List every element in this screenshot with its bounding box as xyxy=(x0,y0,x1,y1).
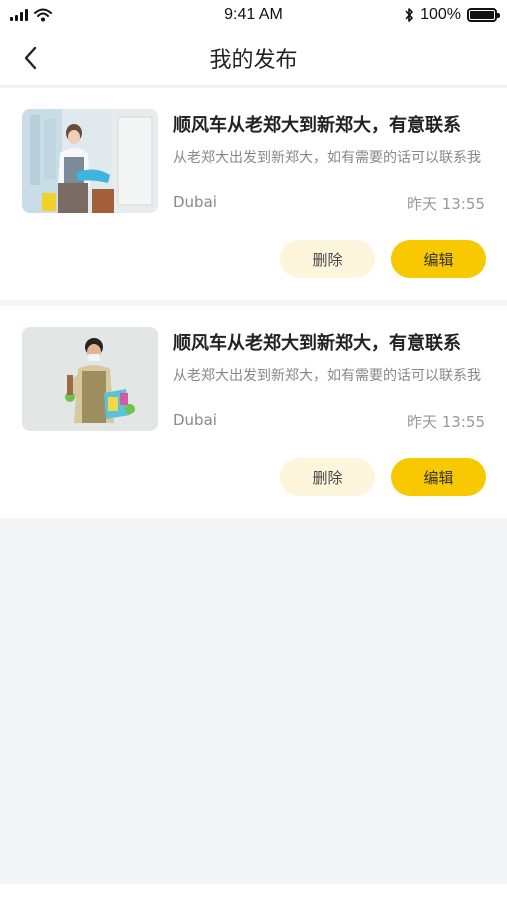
page-title: 我的发布 xyxy=(209,47,298,73)
post-thumbnail xyxy=(22,327,158,431)
status-bar: 9:41 AM 100% xyxy=(0,0,507,30)
delete-button[interactable]: 删除 xyxy=(280,240,375,278)
battery-icon xyxy=(467,8,500,22)
delete-button[interactable]: 删除 xyxy=(280,458,375,496)
post-thumbnail xyxy=(22,109,158,213)
nav-bar: 我的发布 xyxy=(0,30,507,86)
post-card[interactable]: 顺风车从老郑大到新郑大，有意联系 从老郑大出发到新郑大，如有需要的话可以联系我 … xyxy=(0,88,507,300)
status-left xyxy=(10,8,130,22)
bluetooth-icon xyxy=(405,8,413,22)
status-right: 100% xyxy=(357,6,500,24)
post-time: 昨天 13:55 xyxy=(407,195,485,213)
post-description: 从老郑大出发到新郑大，如有需要的话可以联系我 xyxy=(173,368,481,384)
post-location: Dubai xyxy=(173,193,217,211)
post-title: 顺风车从老郑大到新郑大，有意联系 xyxy=(173,115,461,136)
signal-icon xyxy=(10,9,28,21)
battery-percent: 100% xyxy=(420,6,461,23)
post-card[interactable]: 顺风车从老郑大到新郑大，有意联系 从老郑大出发到新郑大，如有需要的话可以联系我 … xyxy=(0,306,507,518)
post-title: 顺风车从老郑大到新郑大，有意联系 xyxy=(173,333,461,354)
bottom-safe-area xyxy=(0,884,507,900)
edit-button[interactable]: 编辑 xyxy=(391,458,486,496)
post-time: 昨天 13:55 xyxy=(407,413,485,431)
back-button[interactable] xyxy=(16,43,44,73)
edit-button[interactable]: 编辑 xyxy=(391,240,486,278)
chevron-left-icon xyxy=(24,46,37,70)
wifi-icon xyxy=(34,8,52,22)
post-description: 从老郑大出发到新郑大，如有需要的话可以联系我 xyxy=(173,150,481,166)
post-location: Dubai xyxy=(173,411,217,429)
